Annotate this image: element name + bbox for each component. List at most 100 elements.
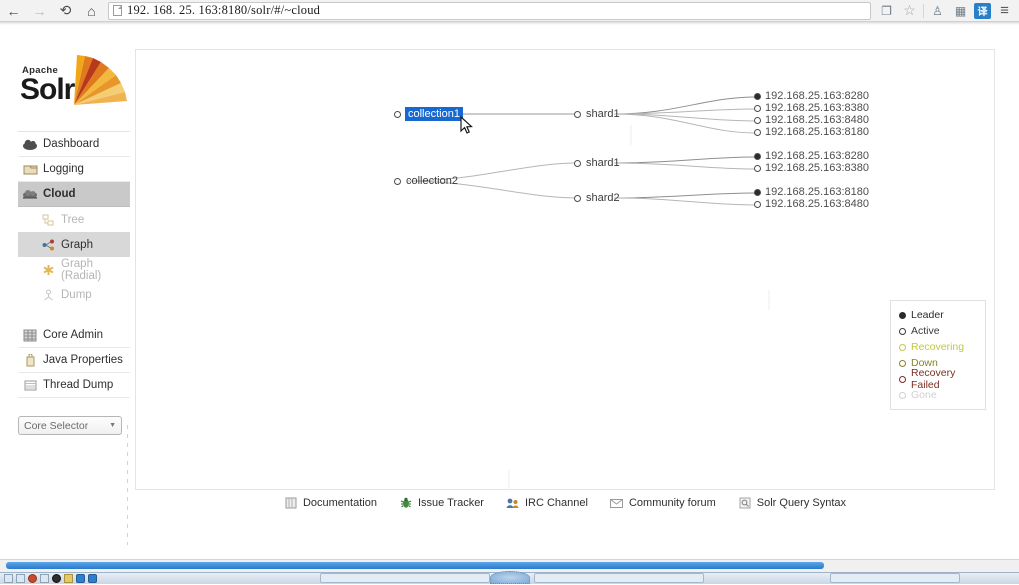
star-bookmark-icon[interactable]: ☆ bbox=[900, 2, 919, 19]
sidebar-item-graph-radial[interactable]: Graph (Radial) bbox=[18, 257, 130, 282]
node-state-dot bbox=[574, 110, 581, 118]
graph-node-label: shard2 bbox=[586, 192, 620, 204]
sidebar-item-graph[interactable]: Graph bbox=[18, 232, 130, 257]
node-state-dot bbox=[754, 152, 761, 160]
sidebar-subnav: Tree Graph Graph (Radial) Dump bbox=[18, 207, 130, 307]
graph-node-label: 192.168.25.163:8280 bbox=[765, 90, 869, 102]
sidebar-item-dump[interactable]: Dump bbox=[18, 282, 130, 307]
graph-node-label: shard1 bbox=[586, 157, 620, 169]
node-state-dot bbox=[394, 177, 401, 185]
url-text: 192. 168. 25. 163:8180/solr/#/~cloud bbox=[127, 3, 321, 17]
sidebar-item-label: Thread Dump bbox=[43, 379, 114, 391]
core-admin-icon bbox=[22, 328, 38, 342]
taskbar-icon[interactable] bbox=[4, 574, 13, 583]
taskbar-icon[interactable] bbox=[28, 574, 37, 583]
graph-node-label: collection2 bbox=[406, 175, 458, 187]
footer-link-solr-query-syntax[interactable]: Solr Query Syntax bbox=[738, 497, 846, 510]
evernote-icon[interactable]: ♙ bbox=[928, 2, 947, 19]
graph-node-replica[interactable]: 192.168.25.163:8280 bbox=[754, 90, 869, 102]
tree-icon bbox=[40, 213, 56, 227]
book-icon bbox=[284, 497, 298, 510]
sidebar-item-thread-dump[interactable]: Thread Dump bbox=[18, 373, 130, 398]
taskbar-icon[interactable] bbox=[88, 574, 97, 583]
footer-link-label: Documentation bbox=[302, 497, 377, 509]
graph-node-shard-1[interactable]: shard1 bbox=[574, 107, 621, 121]
sidebar-item-logging[interactable]: Logging bbox=[18, 157, 130, 182]
back-arrow-icon[interactable]: ← bbox=[5, 2, 22, 19]
forward-arrow-icon[interactable]: → bbox=[31, 2, 48, 19]
home-icon[interactable]: ⌂ bbox=[83, 2, 100, 19]
sidebar-subitem-label: Tree bbox=[61, 213, 85, 226]
graph-node-replica[interactable]: 192.168.25.163:8480 bbox=[754, 198, 869, 210]
node-state-dot bbox=[394, 110, 401, 118]
taskbar-icon[interactable] bbox=[76, 574, 85, 583]
graph-legend: Leader Active Recovering Down Recovery F… bbox=[890, 300, 986, 410]
toolbar-divider bbox=[923, 3, 924, 18]
taskbar-icon[interactable] bbox=[64, 574, 73, 583]
sidebar-subitem-label: Graph (Radial) bbox=[61, 257, 102, 282]
node-state-dot bbox=[574, 194, 581, 202]
footer-link-community-forum[interactable]: Community forum bbox=[610, 497, 716, 510]
graph-node-replica[interactable]: 192.168.25.163:8380 bbox=[754, 102, 869, 114]
node-state-dot bbox=[574, 159, 581, 167]
address-bar[interactable]: 192. 168. 25. 163:8180/solr/#/~cloud bbox=[108, 1, 871, 20]
legend-label: Leader bbox=[911, 309, 944, 321]
taskbar-icon[interactable] bbox=[52, 574, 61, 583]
graph-node-collection2[interactable]: collection2 bbox=[394, 174, 459, 188]
graph-node-replica[interactable]: 192.168.25.163:8180 bbox=[754, 126, 869, 138]
legend-item-leader: Leader bbox=[899, 307, 977, 323]
graph-node-replica[interactable]: 192.168.25.163:8480 bbox=[754, 114, 869, 126]
start-orb-button[interactable] bbox=[490, 571, 530, 584]
sidebar-item-label: Logging bbox=[43, 163, 84, 175]
sidebar-item-tree[interactable]: Tree bbox=[18, 207, 130, 232]
sidebar-item-core-admin[interactable]: Core Admin bbox=[18, 323, 130, 348]
graph-node-label: 192.168.25.163:8180 bbox=[765, 126, 869, 138]
graph-node-shard-3[interactable]: shard2 bbox=[574, 191, 621, 205]
reload-icon[interactable]: ⟲ bbox=[57, 2, 74, 19]
graph-node-replica[interactable]: 192.168.25.163:8280 bbox=[754, 150, 869, 162]
cloud-dashboard-icon bbox=[22, 137, 38, 151]
node-state-dot bbox=[754, 128, 761, 136]
graph-node-label: 192.168.25.163:8380 bbox=[765, 102, 869, 114]
graph-node-collection1[interactable]: collection1 bbox=[394, 107, 463, 121]
horizontal-scrollbar-thumb[interactable] bbox=[6, 562, 824, 569]
copy-translate-icon[interactable]: ❐ bbox=[877, 2, 896, 19]
graph-node-replica[interactable]: 192.168.25.163:8380 bbox=[754, 162, 869, 174]
sidebar-item-dashboard[interactable]: Dashboard bbox=[18, 132, 130, 157]
sidebar-subitem-label: Graph bbox=[61, 238, 93, 251]
legend-label: Recovery Failed bbox=[911, 367, 956, 391]
taskbar-icon[interactable] bbox=[40, 574, 49, 583]
core-selector-dropdown[interactable]: Core Selector ▼ bbox=[18, 416, 122, 435]
taskbar-quicklaunch bbox=[0, 573, 101, 585]
sidebar-subitem-label: Dump bbox=[61, 288, 92, 301]
taskbar-window-button[interactable] bbox=[830, 573, 960, 583]
legend-label: Recovering bbox=[911, 341, 965, 353]
footer-link-label: Solr Query Syntax bbox=[756, 497, 847, 509]
node-state-dot bbox=[754, 116, 761, 124]
sidebar-item-label: Java Properties bbox=[43, 354, 123, 366]
sidebar-item-label: Core Admin bbox=[43, 329, 104, 341]
footer-link-irc-channel[interactable]: IRC Channel bbox=[506, 497, 588, 510]
footer-link-label: Community forum bbox=[628, 497, 716, 509]
bug-icon bbox=[399, 497, 413, 510]
graph-node-label: 192.168.25.163:8480 bbox=[765, 198, 869, 210]
translate-icon[interactable]: 译 bbox=[974, 2, 991, 19]
footer-link-documentation[interactable]: Documentation bbox=[284, 497, 377, 510]
sidebar-item-cloud[interactable]: Cloud bbox=[18, 182, 130, 207]
footer-link-issue-tracker[interactable]: Issue Tracker bbox=[399, 497, 484, 510]
graph-icon bbox=[40, 238, 56, 252]
taskbar-window-button[interactable] bbox=[534, 573, 704, 583]
sidebar-item-java-properties[interactable]: Java Properties bbox=[18, 348, 130, 373]
navigation-buttons: ← → ⟲ ⌂ bbox=[0, 2, 100, 19]
footer-link-label: Issue Tracker bbox=[417, 497, 484, 509]
sidebar-item-label: Cloud bbox=[43, 188, 76, 200]
solr-logo[interactable]: Apache Solr bbox=[18, 45, 130, 117]
cloud-icon bbox=[22, 187, 38, 201]
page-document-icon bbox=[113, 5, 122, 16]
taskbar-icon[interactable] bbox=[16, 574, 25, 583]
graph-node-shard-2[interactable]: shard1 bbox=[574, 156, 621, 170]
grid-icon[interactable]: ▦ bbox=[951, 2, 970, 19]
menu-icon[interactable]: ≡ bbox=[995, 2, 1014, 19]
taskbar-window-button[interactable] bbox=[320, 573, 490, 583]
graph-node-replica[interactable]: 192.168.25.163:8180 bbox=[754, 186, 869, 198]
